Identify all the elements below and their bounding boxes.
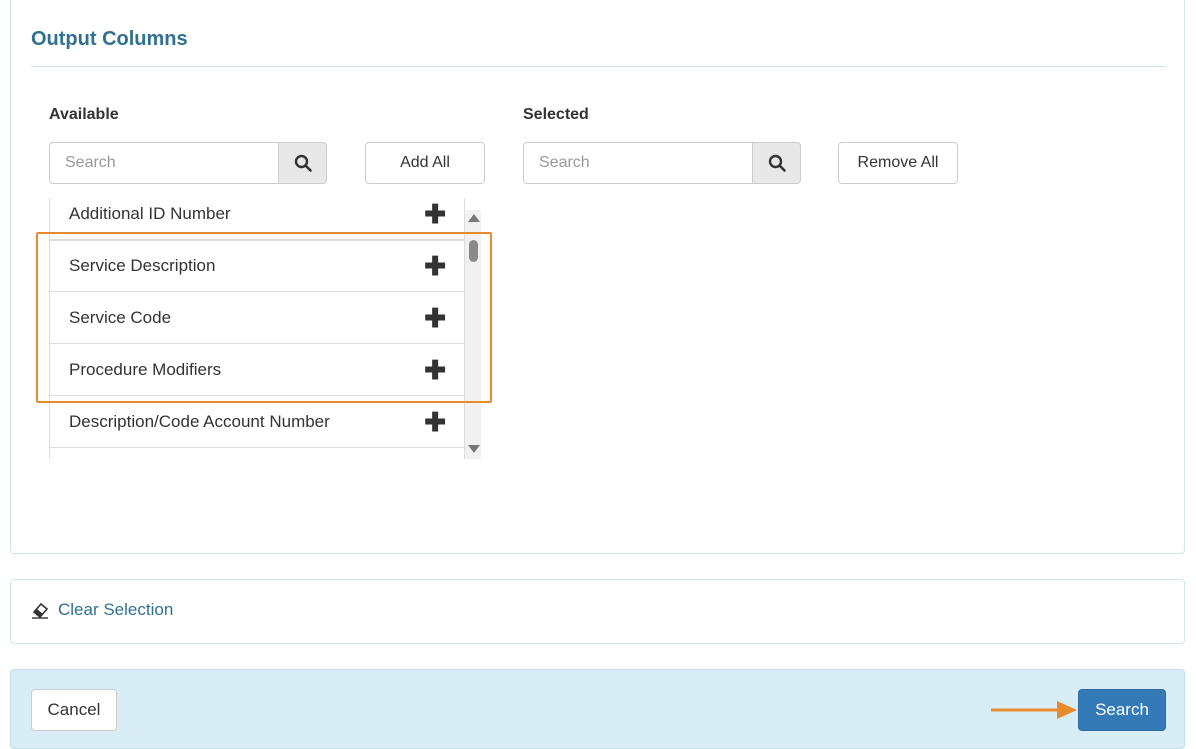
list-item-label: Service Code bbox=[69, 307, 172, 327]
selected-search-group bbox=[523, 142, 801, 184]
selected-search-button[interactable] bbox=[752, 142, 801, 184]
list-scrollbar[interactable] bbox=[465, 210, 481, 459]
available-list[interactable]: Additional ID Number ✚ Service Descripti… bbox=[49, 198, 481, 459]
plus-icon[interactable]: ✚ bbox=[424, 305, 446, 331]
available-label: Available bbox=[49, 106, 119, 123]
available-search-button[interactable] bbox=[278, 142, 327, 184]
cancel-button[interactable]: Cancel bbox=[31, 689, 117, 731]
add-all-button[interactable]: Add All bbox=[365, 142, 485, 184]
selected-label: Selected bbox=[523, 106, 589, 123]
search-icon bbox=[294, 154, 312, 172]
available-search-input[interactable] bbox=[49, 142, 278, 184]
plus-icon[interactable]: ✚ bbox=[424, 357, 446, 383]
output-columns-panel: Output Columns Available Add All Selecte… bbox=[10, 0, 1185, 554]
plus-icon[interactable]: ✚ bbox=[424, 253, 446, 279]
section-title: Output Columns bbox=[31, 28, 188, 50]
plus-icon[interactable]: ✚ bbox=[424, 201, 446, 227]
plus-icon[interactable]: ✚ bbox=[424, 409, 446, 435]
list-item-label: Additional ID Number bbox=[69, 203, 231, 223]
list-item-label: Procedure Modifiers bbox=[69, 359, 222, 379]
list-item[interactable]: Additional ID Number ✚ bbox=[49, 198, 465, 240]
search-button[interactable]: Search bbox=[1078, 689, 1166, 731]
list-item[interactable]: Service Code ✚ bbox=[49, 292, 465, 344]
divider bbox=[31, 66, 1166, 67]
list-item[interactable] bbox=[49, 448, 465, 459]
list-item[interactable]: Procedure Modifiers ✚ bbox=[49, 344, 465, 396]
scroll-down-icon[interactable] bbox=[468, 445, 480, 453]
list-item-label: Description/Code Account Number bbox=[69, 411, 330, 431]
list-item[interactable]: Description/Code Account Number ✚ bbox=[49, 396, 465, 448]
clear-selection-panel: Clear Selection bbox=[10, 579, 1185, 644]
remove-all-button[interactable]: Remove All bbox=[838, 142, 958, 184]
clear-selection-label: Clear Selection bbox=[58, 600, 174, 619]
clear-selection-link[interactable]: Clear Selection bbox=[31, 600, 173, 620]
available-search-group bbox=[49, 142, 327, 184]
eraser-icon bbox=[31, 601, 49, 619]
footer-panel: Cancel Search bbox=[10, 669, 1185, 749]
list-item[interactable]: Service Description ✚ bbox=[49, 240, 465, 292]
scroll-thumb[interactable] bbox=[469, 240, 478, 262]
arrow-annotation-icon bbox=[991, 701, 1077, 719]
search-icon bbox=[768, 154, 786, 172]
scroll-up-icon[interactable] bbox=[468, 214, 480, 222]
list-item-label: Service Description bbox=[69, 256, 216, 275]
selected-search-input[interactable] bbox=[523, 142, 752, 184]
